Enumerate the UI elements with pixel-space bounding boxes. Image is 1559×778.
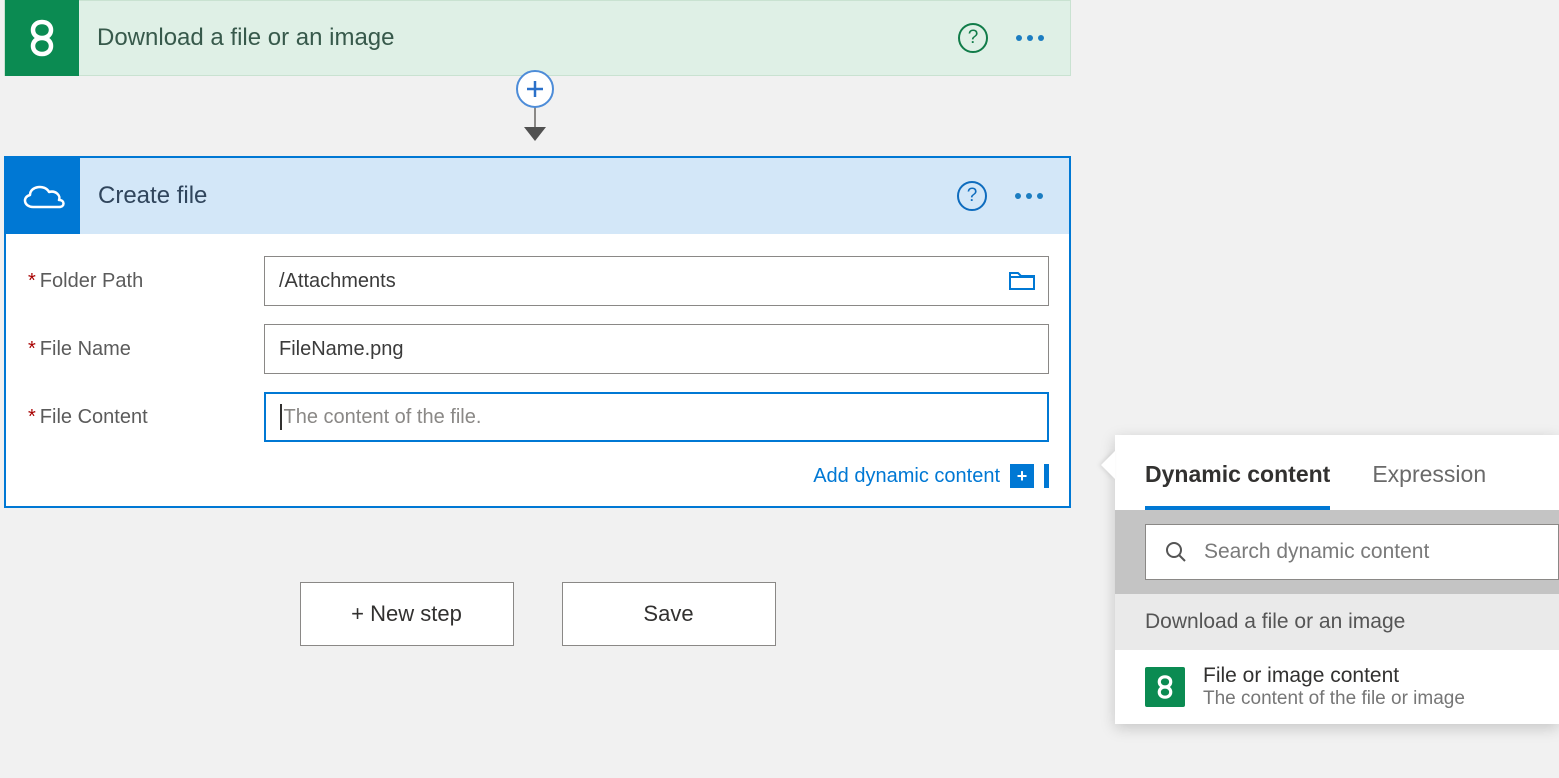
- dc-section-label: Download a file or an image: [1115, 594, 1559, 650]
- tab-expression[interactable]: Expression: [1372, 461, 1486, 510]
- popover-tabs: Dynamic content Expression: [1115, 435, 1559, 510]
- action-card-create-file: Create file ? * Folder Path * File Name: [4, 156, 1071, 508]
- file-content-input[interactable]: The content of the file.: [264, 392, 1049, 442]
- dataverse-icon: [5, 0, 79, 76]
- search-input[interactable]: [1204, 540, 1540, 564]
- dc-item-text: File or image content The content of the…: [1203, 664, 1465, 710]
- folder-picker-icon[interactable]: [1008, 270, 1036, 292]
- form-row-file-content: * File Content The content of the file.: [26, 392, 1049, 442]
- action-card-download[interactable]: Download a file or an image ?: [4, 0, 1071, 76]
- create-file-body: * Folder Path * File Name * File Co: [6, 234, 1069, 506]
- new-step-button[interactable]: + New step: [300, 582, 514, 646]
- add-step-plus-button[interactable]: [516, 70, 554, 108]
- form-row-folder-path: * Folder Path: [26, 256, 1049, 306]
- add-dynamic-plus-button[interactable]: +: [1010, 464, 1034, 488]
- search-wrap: [1115, 510, 1559, 594]
- connector-line: [534, 106, 536, 128]
- search-box[interactable]: [1145, 524, 1559, 580]
- dc-item-title: File or image content: [1203, 664, 1465, 688]
- download-title: Download a file or an image: [79, 24, 958, 52]
- more-icon[interactable]: [1015, 193, 1043, 199]
- tab-dynamic-content[interactable]: Dynamic content: [1145, 461, 1330, 510]
- onedrive-icon: [6, 158, 80, 234]
- file-content-placeholder: The content of the file.: [284, 406, 482, 429]
- label-text: Folder Path: [40, 270, 143, 293]
- folder-path-field[interactable]: [279, 270, 1000, 293]
- bottom-buttons: + New step Save: [4, 582, 1071, 646]
- required-asterisk: *: [28, 407, 36, 427]
- file-name-label: * File Name: [26, 338, 264, 361]
- popover-pointer-icon: [1101, 451, 1115, 479]
- help-icon[interactable]: ?: [958, 23, 988, 53]
- required-asterisk: *: [28, 339, 36, 359]
- dataverse-icon: [1145, 667, 1185, 707]
- file-name-field[interactable]: [279, 338, 1034, 361]
- dynamic-bar-icon: [1044, 464, 1049, 488]
- dc-item-desc: The content of the file or image: [1203, 688, 1465, 710]
- dc-item-file-or-image-content[interactable]: File or image content The content of the…: [1115, 650, 1559, 724]
- label-text: File Content: [40, 406, 148, 429]
- file-content-label: * File Content: [26, 406, 264, 429]
- help-icon[interactable]: ?: [957, 181, 987, 211]
- label-text: File Name: [40, 338, 131, 361]
- form-row-file-name: * File Name: [26, 324, 1049, 374]
- file-name-input[interactable]: [264, 324, 1049, 374]
- connector: [515, 78, 555, 141]
- create-file-title: Create file: [80, 182, 957, 210]
- folder-path-input[interactable]: [264, 256, 1049, 306]
- add-dynamic-row: Add dynamic content +: [26, 460, 1049, 488]
- create-file-header[interactable]: Create file ?: [6, 158, 1069, 234]
- required-asterisk: *: [28, 271, 36, 291]
- arrow-down-icon: [524, 127, 546, 141]
- add-dynamic-content-link[interactable]: Add dynamic content: [813, 465, 1000, 488]
- dynamic-content-popover: Dynamic content Expression Download a fi…: [1115, 435, 1559, 724]
- text-caret: [280, 404, 282, 430]
- download-header[interactable]: Download a file or an image ?: [4, 0, 1071, 76]
- search-icon: [1164, 540, 1188, 564]
- save-button[interactable]: Save: [562, 582, 776, 646]
- more-icon[interactable]: [1016, 35, 1044, 41]
- folder-path-label: * Folder Path: [26, 270, 264, 293]
